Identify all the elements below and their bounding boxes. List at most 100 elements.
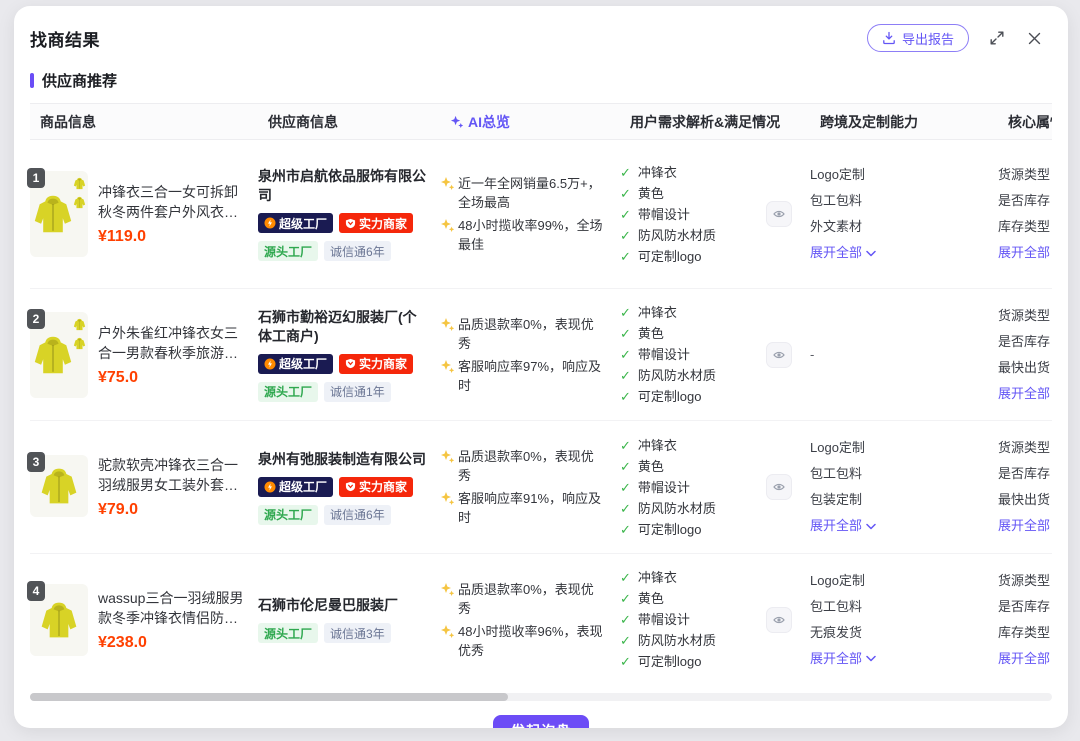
eye-icon[interactable] — [766, 342, 792, 368]
core-attrs-cell: 货源类型 是否库存 库存类型 展开全部 — [998, 568, 1052, 672]
demand-text: 防风防水材质 — [638, 498, 716, 519]
chengxintong-tag: 诚信通3年 — [324, 623, 391, 643]
expand-all-link[interactable]: 展开全部 — [810, 646, 998, 672]
product-price: ¥119.0 — [98, 228, 246, 246]
check-icon: ✓ — [620, 344, 631, 365]
expand-all-link[interactable]: 展开全部 — [998, 646, 1052, 672]
strength-merchant-icon — [345, 358, 356, 369]
column-header-product: 商品信息 — [40, 112, 268, 132]
super-factory-icon — [264, 217, 276, 229]
export-report-button[interactable]: 导出报告 — [867, 24, 969, 52]
check-icon: ✓ — [620, 162, 631, 183]
customization-item: 包工包料 — [810, 188, 998, 214]
super-factory-badge: 超级工厂 — [258, 213, 333, 233]
eye-icon[interactable] — [766, 201, 792, 227]
strength-merchant-label: 实力商家 — [359, 478, 407, 495]
supplier-badges: 超级工厂 实力商家 — [258, 477, 426, 497]
product-image[interactable]: 1 — [30, 171, 88, 257]
demand-item: ✓黄色 — [620, 323, 762, 344]
supplier-tags: 源头工厂 诚信通6年 — [258, 505, 426, 525]
demand-cell: ✓冲锋衣 ✓黄色 ✓带帽设计 ✓防风防水材质 ✓可定制logo — [620, 302, 810, 407]
eye-icon[interactable] — [766, 474, 792, 500]
supplier-name[interactable]: 石狮市勤裕迈幻服装厂(个体工商户) — [258, 308, 426, 346]
section-title-label: 供应商推荐 — [42, 70, 117, 91]
demand-text: 可定制logo — [638, 386, 702, 407]
product-price: ¥75.0 — [98, 369, 246, 387]
supplier-name[interactable]: 泉州市启航依品服饰有限公司 — [258, 167, 426, 205]
supplier-tags: 源头工厂 诚信通6年 — [258, 241, 426, 261]
demand-cell: ✓冲锋衣 ✓黄色 ✓带帽设计 ✓防风防水材质 ✓可定制logo — [620, 162, 810, 267]
demand-item: ✓可定制logo — [620, 519, 762, 540]
demand-item: ✓防风防水材质 — [620, 365, 762, 386]
expand-all-label: 展开全部 — [998, 646, 1050, 672]
product-image[interactable]: 4 — [30, 584, 88, 656]
supplier-name[interactable]: 石狮市伦尼曼巴服装厂 — [258, 596, 426, 615]
super-factory-label: 超级工厂 — [279, 215, 327, 232]
ai-summary-item: 品质退款率0%，表现优秀 — [440, 447, 606, 485]
product-title[interactable]: wassup三合一羽绒服男款冬季冲锋衣情侣防水... — [98, 588, 246, 628]
core-attr-item: 货源类型 — [998, 162, 1052, 188]
check-icon: ✓ — [620, 323, 631, 344]
product-info: wassup三合一羽绒服男款冬季冲锋衣情侣防水... ¥238.0 — [98, 584, 246, 656]
demand-text: 冲锋衣 — [638, 567, 677, 588]
demand-item: ✓可定制logo — [620, 651, 762, 672]
core-attr-item: 库存类型 — [998, 214, 1052, 240]
strength-merchant-icon — [345, 481, 356, 492]
ai-overview-cell: 品质退款率0%，表现优秀 客服响应率97%，响应及时 — [440, 311, 620, 399]
expand-all-link[interactable]: 展开全部 — [998, 381, 1052, 407]
chengxintong-tag: 诚信通6年 — [324, 241, 391, 261]
demand-text: 黄色 — [638, 588, 664, 609]
customization-cell: Logo定制 包工包料 包装定制 展开全部 — [810, 435, 998, 539]
demand-item: ✓黄色 — [620, 456, 762, 477]
expand-all-link[interactable]: 展开全部 — [810, 513, 998, 539]
inquiry-button[interactable]: 发起询盘 — [493, 715, 589, 728]
ai-summary-item: 48小时揽收率96%，表现优秀 — [440, 622, 606, 660]
sparkle-icon — [440, 491, 454, 505]
horizontal-scrollbar[interactable] — [30, 693, 1052, 701]
expand-all-label: 展开全部 — [810, 240, 862, 266]
product-title[interactable]: 冲锋衣三合一女可拆卸秋冬两件套户外风衣外套... — [98, 182, 246, 222]
demand-cell: ✓冲锋衣 ✓黄色 ✓带帽设计 ✓防风防水材质 ✓可定制logo — [620, 435, 810, 540]
expand-all-label: 展开全部 — [810, 513, 862, 539]
strength-merchant-badge: 实力商家 — [339, 213, 413, 233]
supplier-name[interactable]: 泉州有弛服装制造有限公司 — [258, 450, 426, 469]
eye-icon[interactable] — [766, 607, 792, 633]
expand-all-link[interactable]: 展开全部 — [998, 240, 1052, 266]
check-icon: ✓ — [620, 246, 631, 267]
close-icon[interactable] — [1025, 29, 1044, 48]
customization-item: 包工包料 — [810, 594, 998, 620]
expand-all-label: 展开全部 — [998, 240, 1050, 266]
expand-icon[interactable] — [987, 28, 1007, 48]
customization-cell: - — [810, 342, 998, 368]
ai-summary-item: 48小时揽收率99%，全场最佳 — [440, 216, 606, 254]
product-title[interactable]: 驼款软壳冲锋衣三合一羽绒服男女工装外套防风... — [98, 455, 246, 495]
ai-overview-cell: 品质退款率0%，表现优秀 48小时揽收率96%，表现优秀 — [440, 576, 620, 664]
sparkle-icon — [440, 582, 454, 596]
customization-item: Logo定制 — [810, 162, 998, 188]
expand-all-label: 展开全部 — [998, 513, 1050, 539]
check-icon: ✓ — [620, 588, 631, 609]
product-price: ¥238.0 — [98, 634, 246, 652]
expand-all-link[interactable]: 展开全部 — [998, 513, 1052, 539]
demand-item: ✓ 黄色 — [620, 588, 762, 609]
ai-summary-text: 客服响应率97%，响应及时 — [458, 357, 606, 395]
sparkle-icon — [440, 317, 454, 331]
jacket-image — [39, 466, 79, 506]
product-image[interactable]: 2 — [30, 312, 88, 398]
demand-text: 带帽设计 — [638, 344, 690, 365]
product-cell: 2 户外朱雀红冲锋衣女三合一男款春秋季旅游登山... ¥75.0 — [30, 312, 258, 398]
expand-all-link[interactable]: 展开全部 — [810, 240, 998, 266]
core-attr-item: 货源类型 — [998, 568, 1052, 594]
scrollbar-thumb[interactable] — [30, 693, 508, 701]
customization-item: 包工包料 — [810, 461, 998, 487]
dialog-header: 找商结果 导出报告 — [14, 6, 1068, 62]
product-cell: 4 wassup三合一羽绒服男款冬季冲锋衣情侣防水... ¥238.0 — [30, 584, 258, 656]
rank-badge: 3 — [27, 452, 45, 472]
strength-merchant-label: 实力商家 — [359, 215, 407, 232]
thumbnail-strip — [73, 318, 86, 350]
jacket-image — [32, 193, 74, 235]
product-title[interactable]: 户外朱雀红冲锋衣女三合一男款春秋季旅游登山... — [98, 323, 246, 363]
product-image[interactable]: 3 — [30, 455, 88, 517]
column-header-ai[interactable]: AI总览 — [450, 112, 630, 132]
ai-summary-text: 48小时揽收率96%，表现优秀 — [458, 622, 606, 660]
